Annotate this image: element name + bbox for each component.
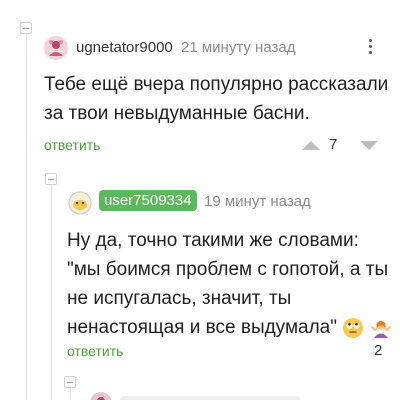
shrugging-woman-emoji [370, 320, 391, 338]
collapse-icon[interactable] [20, 22, 32, 34]
comment-text-line: ненастоящая и все выдумала" [67, 313, 397, 342]
comment-text: Тебе ещё вчера популярно рассказали за т… [44, 70, 394, 128]
comment-text-line: за твои невыдуманные басни. [44, 103, 310, 124]
comment-text-line-text: ненастоящая и все выдумала" [67, 317, 337, 338]
avatar-image [44, 36, 68, 60]
collapse-icon[interactable] [64, 376, 76, 388]
comment-rating: 2 [374, 342, 383, 359]
comment-text-line: "мы боимся проблем с гопотой, а ты [67, 259, 389, 280]
comment-text-line: Тебе ещё вчера популярно рассказали [44, 74, 389, 95]
avatar[interactable] [68, 191, 92, 215]
thread-line-level-1 [51, 184, 52, 400]
avatar[interactable] [44, 36, 68, 60]
comment-author-placeholder [120, 396, 300, 400]
avatar-image [90, 392, 112, 400]
comment-text-line: Ну да, точно такими же словами: [67, 230, 359, 251]
upvote-icon[interactable] [302, 141, 320, 150]
collapse-icon[interactable] [45, 173, 57, 185]
reply-link[interactable]: ответить [67, 343, 123, 359]
thread-line-root [26, 28, 27, 400]
comment-author[interactable]: ugnetator9000 [76, 39, 173, 56]
reply-link[interactable]: ответить [44, 137, 100, 153]
comment-time[interactable]: 19 минут назад [204, 193, 311, 210]
kebab-menu-icon[interactable] [365, 39, 375, 59]
downvote-icon[interactable] [360, 141, 378, 150]
comment-author[interactable]: user7509334 [99, 190, 197, 211]
avatar-image [68, 191, 92, 215]
rolling-eyes-emoji [343, 317, 364, 338]
comment-time[interactable]: 21 минуту назад [181, 39, 295, 56]
comment-text: Ну да, точно такими же словами: "мы боим… [67, 226, 397, 342]
comment-rating: 7 [329, 136, 338, 153]
thread-line-level-2 [70, 386, 71, 400]
comment-text-line: не испугалась, значит, ты [67, 288, 292, 309]
avatar[interactable] [90, 392, 112, 400]
